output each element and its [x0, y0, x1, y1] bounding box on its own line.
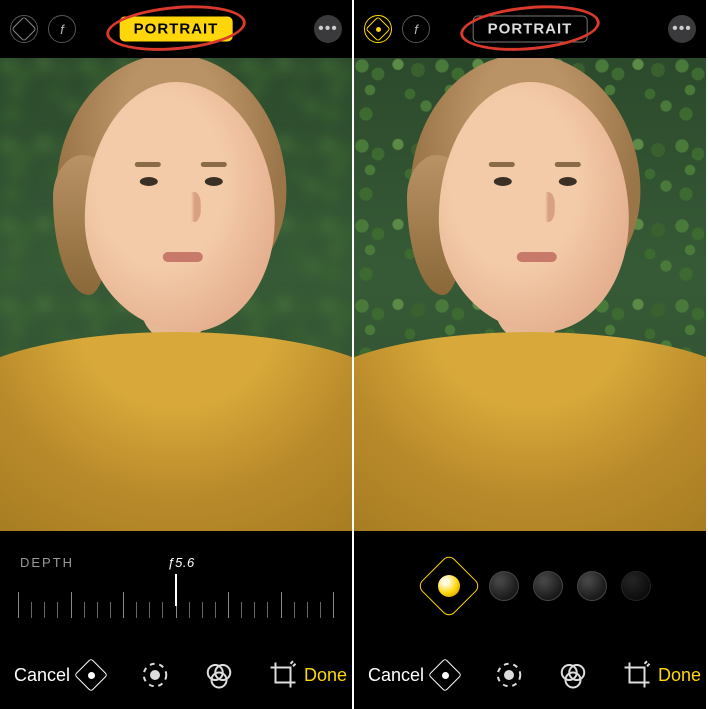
lighting-option-contour[interactable]: [533, 571, 563, 601]
aperture-icon[interactable]: f: [48, 15, 76, 43]
done-button[interactable]: Done: [652, 665, 707, 686]
filters-tool-icon[interactable]: [204, 660, 234, 690]
portrait-lighting-tool-icon[interactable]: [430, 660, 460, 690]
filters-tool-icon[interactable]: [558, 660, 588, 690]
portrait-toggle[interactable]: PORTRAIT: [473, 16, 588, 43]
adjust-tool-icon[interactable]: [140, 660, 170, 690]
portrait-toggle[interactable]: PORTRAIT: [120, 17, 233, 42]
photo-preview[interactable]: [354, 58, 706, 531]
bottom-toolbar: Cancel Done: [0, 641, 352, 709]
lighting-option-stage[interactable]: [577, 571, 607, 601]
editor-pane-left: f PORTRAIT ••• DEPTH ƒ5.6: [0, 0, 354, 709]
crop-tool-icon[interactable]: [268, 660, 298, 690]
top-toolbar: f PORTRAIT •••: [354, 0, 706, 58]
editor-pane-right: f PORTRAIT •••: [354, 0, 708, 709]
top-toolbar: f PORTRAIT •••: [0, 0, 352, 58]
depth-slider[interactable]: [0, 578, 352, 618]
adjust-tool-icon[interactable]: [494, 660, 524, 690]
done-button[interactable]: Done: [298, 665, 353, 686]
depth-value: ƒ5.6: [167, 555, 194, 570]
aperture-icon[interactable]: f: [402, 15, 430, 43]
cancel-button[interactable]: Cancel: [362, 665, 430, 686]
slider-marker[interactable]: [175, 574, 177, 606]
portrait-lighting-tool-icon[interactable]: [76, 660, 106, 690]
photo-preview[interactable]: [0, 58, 352, 531]
more-icon[interactable]: •••: [314, 15, 342, 43]
bottom-toolbar: Cancel Done: [354, 641, 706, 709]
crop-tool-icon[interactable]: [622, 660, 652, 690]
depth-label: DEPTH: [20, 555, 74, 570]
depth-control-strip: DEPTH ƒ5.6: [0, 531, 352, 641]
hexagon-icon[interactable]: [364, 15, 392, 43]
cancel-button[interactable]: Cancel: [8, 665, 76, 686]
subject-person: [354, 58, 706, 531]
lighting-option-stage-mono[interactable]: [621, 571, 651, 601]
lighting-option-natural[interactable]: [423, 560, 475, 612]
lighting-option-studio[interactable]: [489, 571, 519, 601]
portrait-lighting-picker[interactable]: [354, 531, 706, 641]
subject-person: [0, 58, 352, 531]
more-icon[interactable]: •••: [668, 15, 696, 43]
hexagon-icon[interactable]: [10, 15, 38, 43]
lighting-control-strip: [354, 531, 706, 641]
